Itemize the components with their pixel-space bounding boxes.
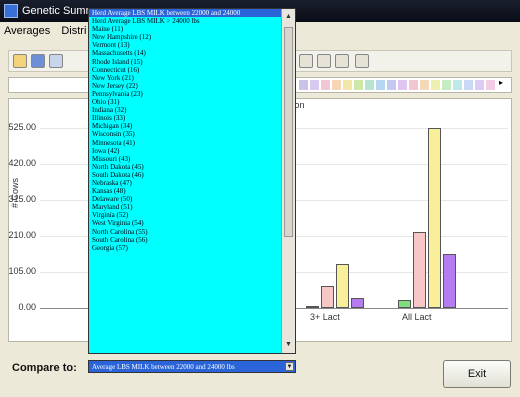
bar xyxy=(413,231,426,308)
save-icon[interactable] xyxy=(31,54,45,68)
menu-averages[interactable]: Averages xyxy=(0,22,54,40)
swatch[interactable] xyxy=(321,80,330,90)
dropdown-option[interactable]: New York (21) xyxy=(89,74,295,82)
compare-selected-value: Average LBS MILK between 22000 and 24000… xyxy=(92,363,235,371)
dropdown-option[interactable]: Wisconsin (35) xyxy=(89,130,295,138)
bar xyxy=(306,305,319,308)
dropdown-option[interactable]: New Hampshire (12) xyxy=(89,33,295,41)
swatch[interactable] xyxy=(332,80,341,90)
chart-options-icon[interactable] xyxy=(335,54,349,68)
swatch[interactable] xyxy=(486,80,495,90)
dropdown-option[interactable]: Indiana (32) xyxy=(89,106,295,114)
dropdown-option[interactable]: Connecticut (16) xyxy=(89,66,295,74)
bar xyxy=(351,297,364,308)
dropdown-option[interactable]: Kansas (48) xyxy=(89,187,295,195)
dropdown-option[interactable]: Herd Average LBS MILK > 24000 lbs xyxy=(89,17,295,25)
bar xyxy=(336,264,349,308)
dropdown-option[interactable]: North Carolina (55) xyxy=(89,228,295,236)
y-tick-label: 420.00 xyxy=(8,158,36,168)
swatch[interactable] xyxy=(310,80,319,90)
tools-icon[interactable] xyxy=(355,54,369,68)
dropdown-option[interactable]: Nebraska (47) xyxy=(89,179,295,187)
swatch[interactable] xyxy=(387,80,396,90)
swatch[interactable] xyxy=(475,80,484,90)
swatch[interactable] xyxy=(409,80,418,90)
bar xyxy=(321,285,334,308)
bar xyxy=(443,253,456,308)
scroll-up-icon[interactable]: ▲ xyxy=(283,11,294,22)
dropdown-option[interactable]: Illinois (33) xyxy=(89,114,295,122)
dropdown-option[interactable]: Michigan (34) xyxy=(89,122,295,130)
app-window: Genetic Summ Averages Distri ▸ tion # Co… xyxy=(0,0,520,397)
scroll-thumb[interactable] xyxy=(284,27,293,237)
dropdown-option[interactable]: West Virginia (54) xyxy=(89,219,295,227)
dropdown-option[interactable]: Maryland (51) xyxy=(89,203,295,211)
swatch-next-icon[interactable]: ▸ xyxy=(499,78,503,87)
bar xyxy=(428,128,441,308)
compare-dropdown-list[interactable]: Herd Average LBS MILK between 22000 and … xyxy=(88,8,296,354)
y-tick-label: 315.00 xyxy=(8,194,36,204)
y-tick-label: 105.00 xyxy=(8,266,36,276)
x-tick-label: All Lact xyxy=(402,312,432,322)
new-file-icon[interactable] xyxy=(13,54,27,68)
dropdown-option[interactable]: Minnesota (41) xyxy=(89,139,295,147)
y-tick-label: 210.00 xyxy=(8,230,36,240)
dropdown-option[interactable]: Vermont (13) xyxy=(89,41,295,49)
swatch[interactable] xyxy=(442,80,451,90)
swatch[interactable] xyxy=(431,80,440,90)
swatch[interactable] xyxy=(299,80,308,90)
dropdown-option[interactable]: Missouri (43) xyxy=(89,155,295,163)
scroll-down-icon[interactable]: ▼ xyxy=(283,339,294,350)
swatch[interactable] xyxy=(365,80,374,90)
dropdown-option[interactable]: Herd Average LBS MILK between 22000 and … xyxy=(89,9,295,18)
menu-distribution[interactable]: Distri xyxy=(57,22,90,40)
dropdown-option[interactable]: Ohio (31) xyxy=(89,98,295,106)
y-tick-label: 0.00 xyxy=(18,302,36,312)
dropdown-scrollbar[interactable]: ▲ ▼ xyxy=(281,9,295,353)
compare-label: Compare to: xyxy=(12,362,77,374)
dropdown-option[interactable]: Iowa (42) xyxy=(89,147,295,155)
swatch[interactable] xyxy=(376,80,385,90)
y-tick-label: 525.00 xyxy=(8,122,36,132)
dropdown-option[interactable]: South Carolina (56) xyxy=(89,236,295,244)
swatch[interactable] xyxy=(453,80,462,90)
dropdown-option[interactable]: Pennsylvania (23) xyxy=(89,90,295,98)
dropdown-option[interactable]: South Dakota (46) xyxy=(89,171,295,179)
dropdown-option[interactable]: Delaware (50) xyxy=(89,195,295,203)
bar xyxy=(398,299,411,308)
dropdown-option[interactable]: Rhode Island (15) xyxy=(89,58,295,66)
swatch[interactable] xyxy=(464,80,473,90)
print-icon[interactable] xyxy=(49,54,63,68)
dropdown-arrow-icon[interactable]: ▼ xyxy=(285,362,294,371)
x-tick-label: 3+ Lact xyxy=(310,312,340,322)
zoom-icon[interactable] xyxy=(299,54,313,68)
exit-button[interactable]: Exit xyxy=(443,360,511,388)
dropdown-option[interactable]: Georgia (57) xyxy=(89,244,295,252)
swatch[interactable] xyxy=(420,80,429,90)
app-icon xyxy=(4,4,18,18)
dropdown-option[interactable]: Maine (11) xyxy=(89,25,295,33)
compare-select[interactable]: Average LBS MILK between 22000 and 24000… xyxy=(88,360,296,373)
dropdown-option[interactable]: Massachusetts (14) xyxy=(89,49,295,57)
dropdown-option[interactable]: North Dakota (45) xyxy=(89,163,295,171)
swatch[interactable] xyxy=(343,80,352,90)
window-title: Genetic Summ xyxy=(22,5,95,17)
dropdown-option[interactable]: New Jersey (22) xyxy=(89,82,295,90)
swatch[interactable] xyxy=(398,80,407,90)
dropdown-option[interactable]: Virginia (52) xyxy=(89,211,295,219)
swatch[interactable] xyxy=(354,80,363,90)
copy-icon[interactable] xyxy=(317,54,331,68)
